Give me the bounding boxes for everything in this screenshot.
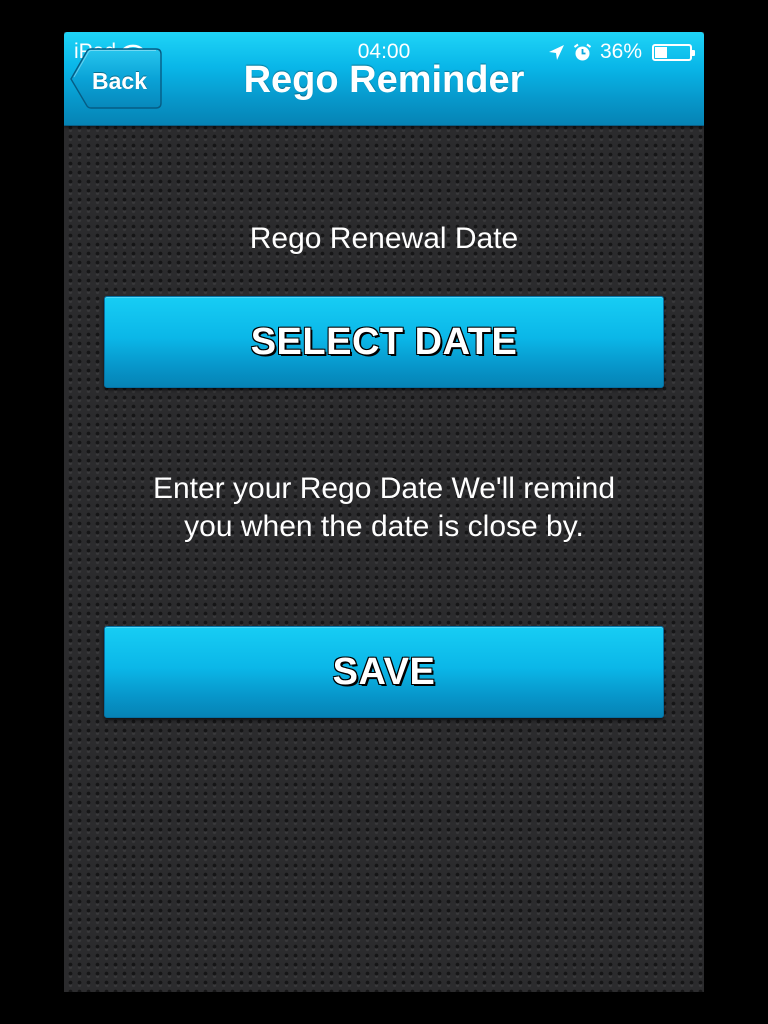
navigation-bar: iPad 04:00 36%: [64, 32, 704, 126]
battery-icon: [652, 43, 695, 61]
reminder-info-line-2: you when the date is close by.: [184, 510, 584, 543]
battery-fill: [655, 46, 668, 58]
reminder-info-line-1: Enter your Rego Date We'll remind: [152, 472, 616, 505]
select-date-button[interactable]: SELECT DATE: [104, 296, 664, 388]
page-title: Rego Reminder: [243, 59, 525, 101]
renewal-date-label: Rego Renewal Date: [249, 222, 519, 255]
save-button[interactable]: SAVE: [104, 626, 664, 718]
reminder-info-text: Enter your Rego Date We'll remind you wh…: [64, 470, 704, 546]
location-arrow-icon: [548, 44, 564, 60]
app-screen: iPad 04:00 36%: [64, 32, 704, 992]
battery-tip: [692, 49, 695, 56]
